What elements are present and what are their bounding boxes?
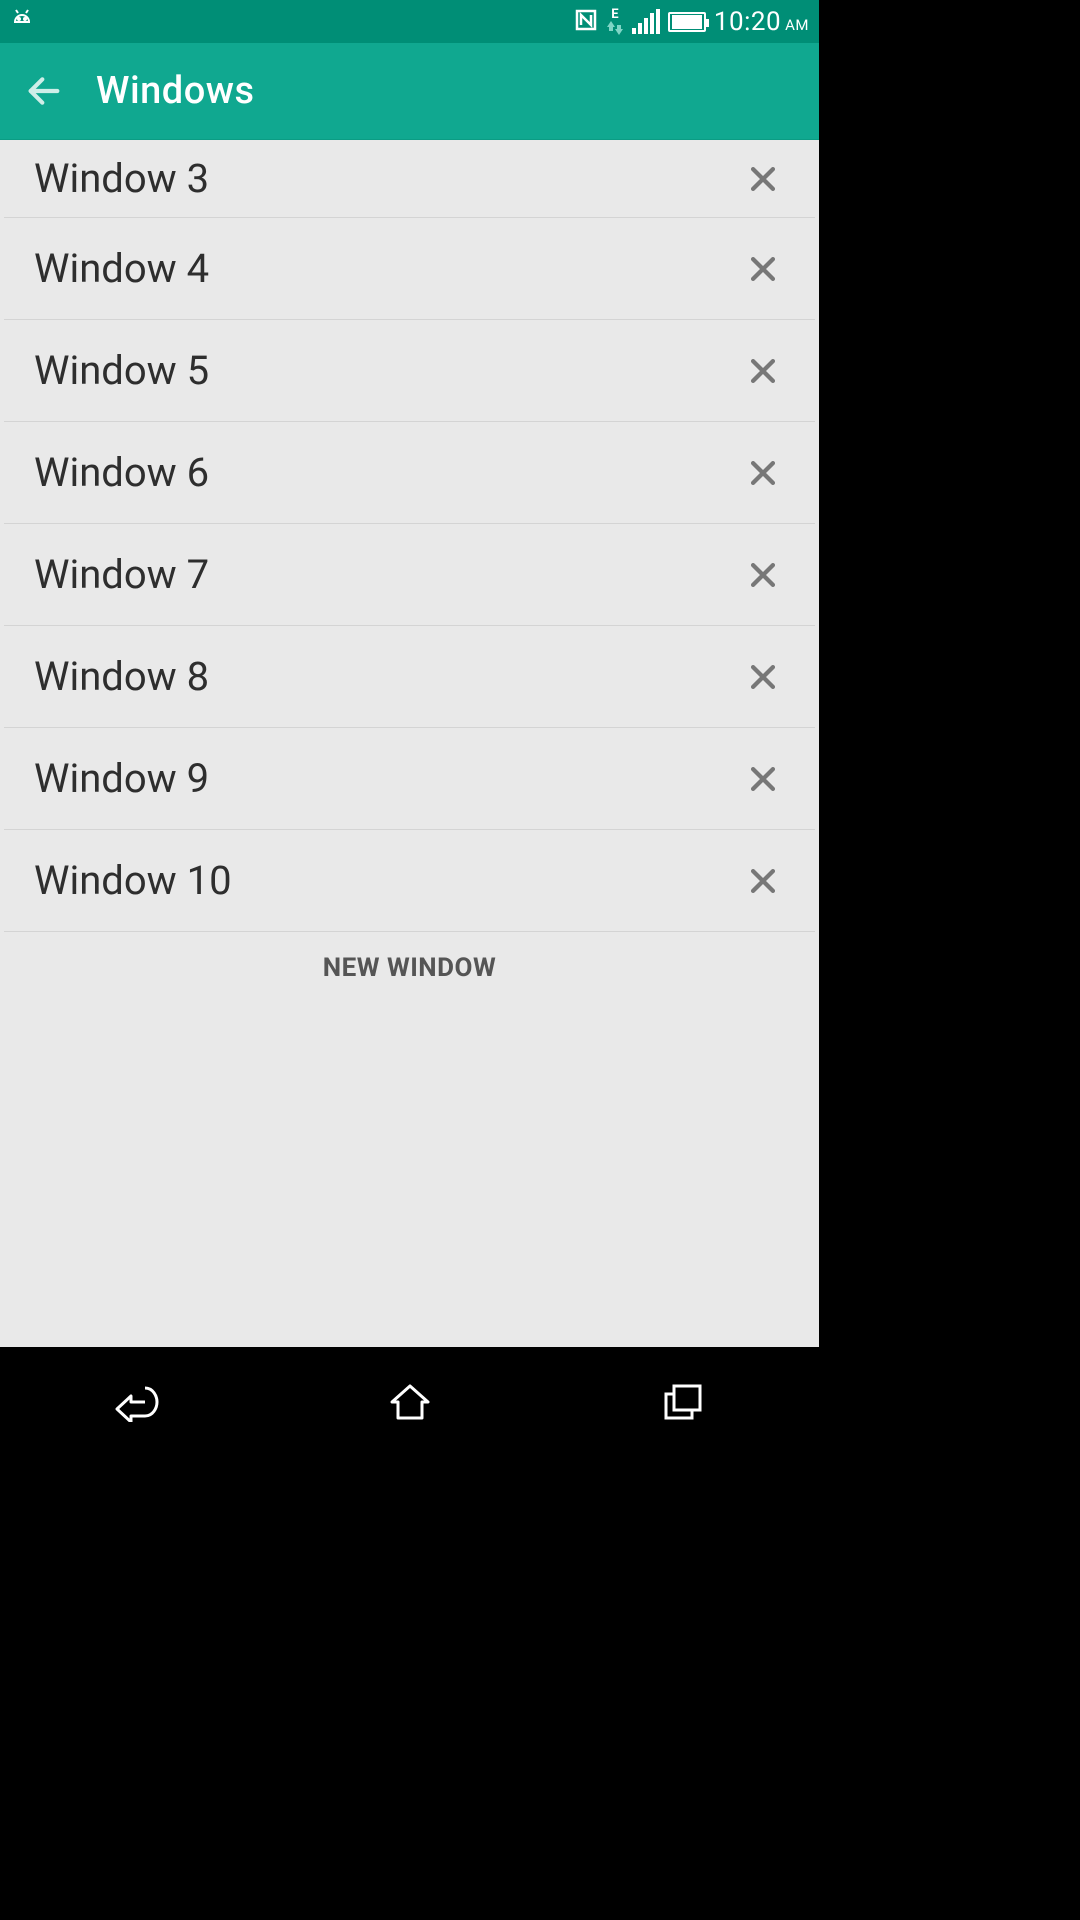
status-bar: E 10:20 AM — [0, 0, 819, 43]
network-type-label: E — [611, 8, 618, 21]
close-icon[interactable] — [741, 451, 785, 495]
close-icon[interactable] — [741, 157, 785, 201]
close-icon[interactable] — [741, 757, 785, 801]
window-row[interactable]: Window 5 — [4, 320, 815, 422]
window-label: Window 4 — [34, 245, 209, 292]
android-debug-icon — [10, 8, 34, 36]
window-label: Window 7 — [34, 551, 209, 598]
window-label: Window 6 — [34, 449, 209, 496]
close-icon[interactable] — [741, 655, 785, 699]
window-row[interactable]: Window 3 — [4, 140, 815, 218]
window-label: Window 5 — [34, 347, 209, 394]
window-row[interactable]: Window 9 — [4, 728, 815, 830]
nfc-icon — [574, 8, 598, 36]
app-bar: Windows — [0, 43, 819, 140]
close-icon[interactable] — [741, 247, 785, 291]
clock-time: 10:20 — [714, 7, 781, 37]
close-icon[interactable] — [741, 553, 785, 597]
new-window-label: NEW WINDOW — [323, 953, 496, 983]
nav-back-button[interactable] — [97, 1372, 177, 1432]
clock-ampm: AM — [785, 16, 809, 34]
nav-home-button[interactable] — [370, 1372, 450, 1432]
new-window-button[interactable]: NEW WINDOW — [0, 932, 819, 1003]
window-row[interactable]: Window 6 — [4, 422, 815, 524]
nav-recent-button[interactable] — [643, 1372, 723, 1432]
battery-icon — [668, 12, 706, 32]
window-row[interactable]: Window 10 — [4, 830, 815, 932]
signal-icon — [632, 10, 660, 34]
page-title: Windows — [96, 69, 255, 113]
window-list: Window 3 Window 4 Window 5 Window 6 Window 7… — [0, 140, 819, 1347]
data-network-icon: E — [606, 8, 624, 35]
window-row[interactable]: Window 4 — [4, 218, 815, 320]
window-row[interactable]: Window 8 — [4, 626, 815, 728]
window-label: Window 8 — [34, 653, 209, 700]
navigation-bar — [0, 1347, 819, 1456]
window-label: Window 9 — [34, 755, 209, 802]
window-label: Window 3 — [34, 155, 209, 202]
close-icon[interactable] — [741, 349, 785, 393]
back-button[interactable] — [20, 67, 68, 115]
window-row[interactable]: Window 7 — [4, 524, 815, 626]
close-icon[interactable] — [741, 859, 785, 903]
window-label: Window 10 — [34, 857, 232, 904]
clock: 10:20 AM — [714, 7, 809, 37]
